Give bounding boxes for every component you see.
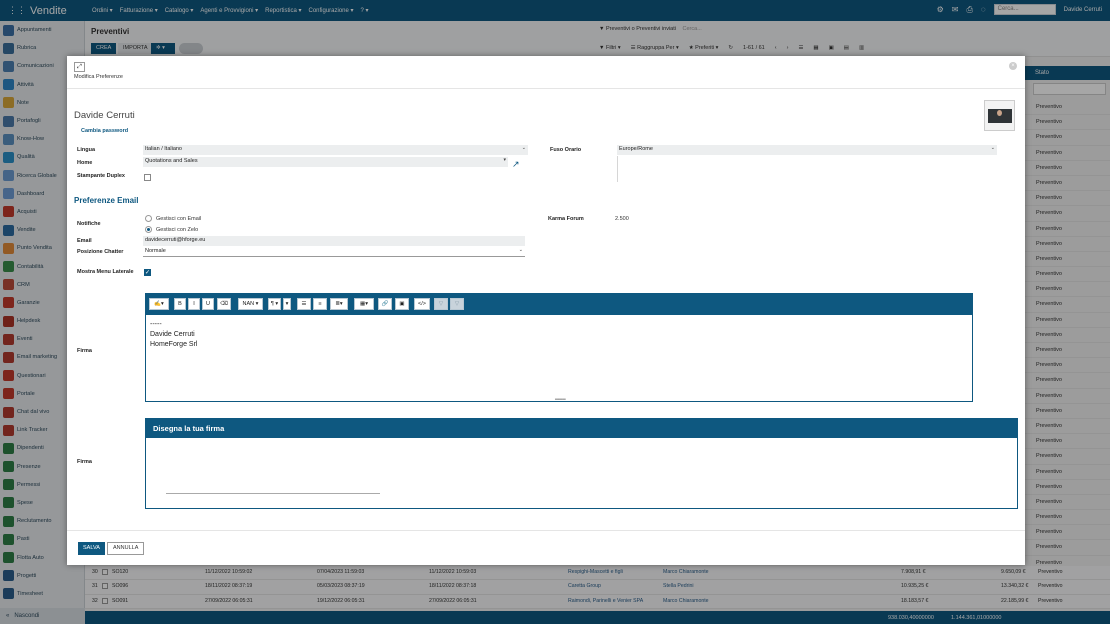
underline-button[interactable]: U xyxy=(202,298,214,310)
notify-email-radio[interactable] xyxy=(145,215,152,222)
home-select[interactable]: Quotations and Sales ▾ xyxy=(143,157,508,167)
style-dropdown[interactable]: ✍▾ xyxy=(149,298,169,310)
signature-line: ----- xyxy=(150,321,162,328)
section-email-title: Preferenze Email xyxy=(74,196,139,205)
signature-editor: ✍▾ B I U ⌫ NAN ▾ ¶ ▾ ▾ ☰ ≡ ≣▾ ▦▾ 🔗 ▣ </>… xyxy=(145,293,973,403)
dialog-title: Modifica Preferenze xyxy=(74,74,123,80)
signature-text[interactable]: ----- Davide Cerruti HomeForge Srl xyxy=(146,315,972,355)
media-icon[interactable]: ▣ xyxy=(395,298,409,310)
user-name: Davide Cerruti xyxy=(74,110,135,121)
expand-icon[interactable]: ⤢ xyxy=(74,62,85,72)
karma-value: 2.500 xyxy=(615,216,629,222)
avatar[interactable] xyxy=(984,100,1015,131)
external-link-icon[interactable]: ↗ xyxy=(512,159,520,170)
paragraph-dropdown[interactable]: ¶ ▾ xyxy=(268,298,281,310)
draw-signature-title: Disegna la tua firma xyxy=(146,419,1017,438)
resize-handle-icon[interactable]: ═══ xyxy=(555,397,566,403)
notify-zelo-label: Gestisci con Zelo xyxy=(156,227,199,233)
editor-toolbar: ✍▾ B I U ⌫ NAN ▾ ¶ ▾ ▾ ☰ ≡ ≣▾ ▦▾ 🔗 ▣ </>… xyxy=(146,294,972,315)
avatar-photo xyxy=(988,109,1012,123)
notify-email-label: Gestisci con Email xyxy=(156,216,202,222)
signature-line: Davide Cerruti xyxy=(150,331,195,338)
dialog-footer: SALVA ANNULLA xyxy=(67,530,1025,565)
chevron-down-icon: ⌄ xyxy=(518,247,523,253)
home-value: Quotations and Sales xyxy=(145,158,198,164)
label-lingua: Lingua xyxy=(77,147,96,153)
preferences-dialog: ⤢ Modifica Preferenze × Davide Cerruti C… xyxy=(67,56,1025,565)
font-size-dropdown[interactable]: NAN ▾ xyxy=(238,298,263,310)
dialog-header: ⤢ Modifica Preferenze × xyxy=(67,56,1025,89)
chatter-position-select[interactable]: Normale ⌄ xyxy=(143,247,525,257)
chatter-value: Normale xyxy=(145,248,166,254)
duplex-checkbox[interactable] xyxy=(144,174,151,181)
numbered-list-icon[interactable]: ≡ xyxy=(313,298,327,310)
eraser-icon[interactable]: ⌫ xyxy=(217,298,231,310)
label-email: Email xyxy=(77,238,92,244)
signature-baseline xyxy=(166,493,380,494)
language-select[interactable]: Italian / Italiano ⌄ xyxy=(143,145,528,155)
label-karma: Karma Forum xyxy=(548,216,584,222)
change-password-link[interactable]: Cambia password xyxy=(81,128,128,134)
timezone-divider xyxy=(617,156,618,182)
redo-icon[interactable]: ▽ xyxy=(450,298,464,310)
label-stampante: Stampante Duplex xyxy=(77,173,125,179)
bold-button[interactable]: B xyxy=(174,298,186,310)
sidebar-menu-checkbox[interactable]: ✓ xyxy=(144,269,151,276)
chevron-down-icon: ⌄ xyxy=(990,145,995,151)
label-chatter: Posizione Chatter xyxy=(77,249,124,255)
label-firma-disegno: Firma xyxy=(77,459,92,465)
align-dropdown[interactable]: ≣▾ xyxy=(330,298,348,310)
link-icon[interactable]: 🔗 xyxy=(378,298,392,310)
signature-line: HomeForge Srl xyxy=(150,341,198,348)
color-dropdown[interactable]: ▾ xyxy=(283,298,291,310)
language-value: Italian / Italiano xyxy=(145,146,182,152)
save-button[interactable]: SALVA xyxy=(78,542,105,555)
email-value: davidecerruti@hforge.eu xyxy=(145,237,206,243)
label-firma: Firma xyxy=(77,348,92,354)
notify-zelo-radio[interactable] xyxy=(145,226,152,233)
email-field[interactable]: davidecerruti@hforge.eu xyxy=(143,236,525,246)
chevron-down-icon: ⌄ xyxy=(521,145,526,151)
timezone-value: Europe/Rome xyxy=(619,146,653,152)
label-home: Home xyxy=(77,160,93,166)
draw-signature-panel[interactable]: Disegna la tua firma xyxy=(145,418,1018,509)
timezone-select[interactable]: Europe/Rome ⌄ xyxy=(617,145,997,155)
caret-down-icon: ▾ xyxy=(503,157,506,163)
cancel-button[interactable]: ANNULLA xyxy=(107,542,145,555)
bullet-list-icon[interactable]: ☰ xyxy=(297,298,311,310)
undo-icon[interactable]: ▽ xyxy=(434,298,448,310)
table-dropdown[interactable]: ▦▾ xyxy=(354,298,374,310)
close-icon[interactable]: × xyxy=(1009,62,1017,70)
italic-button[interactable]: I xyxy=(188,298,200,310)
label-menu-laterale: Mostra Menu Laterale xyxy=(77,269,134,275)
code-view-icon[interactable]: </> xyxy=(414,298,430,310)
label-notifiche: Notifiche xyxy=(77,221,101,227)
label-fuso: Fuso Orario xyxy=(550,147,582,153)
